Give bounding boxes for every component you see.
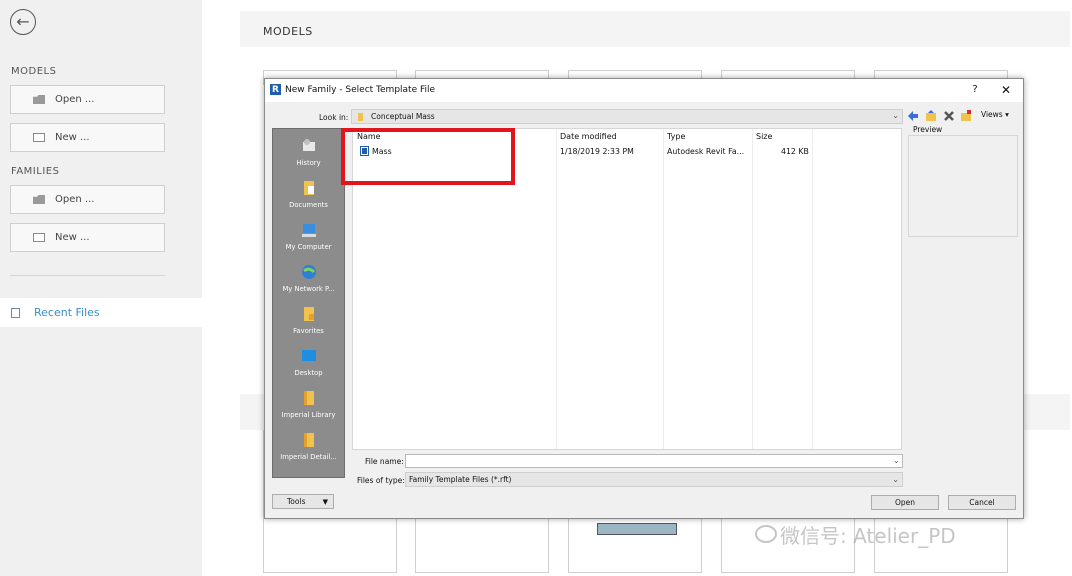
chevron-down-icon[interactable]: ⌄ [893,456,900,465]
watermark-text: 微信号: Atelier_PD [780,524,956,548]
look-in-value: Conceptual Mass [371,112,435,121]
place-network[interactable]: My Network P... [273,259,344,301]
files-of-type-dropdown[interactable]: Family Template Files (*.rft) ⌄ [405,472,903,487]
detail-folder-icon [303,433,314,447]
recent-files-icon [11,307,20,318]
folder-icon [358,112,363,121]
folder-open-icon [33,195,45,204]
models-new-button[interactable]: New ... [10,123,165,152]
views-label: Views [981,110,1003,119]
place-label: My Network P... [282,285,335,293]
families-open-button[interactable]: Open ... [10,185,165,214]
delete-icon[interactable] [943,110,955,122]
place-label: Imperial Library [281,411,336,419]
documents-icon [303,181,314,195]
place-label: Favorites [293,327,324,335]
folder-open-icon [33,95,45,104]
sidebar: ← MODELS Open ... New ... FAMILIES Open … [0,0,202,576]
families-section-label: FAMILIES [11,166,60,177]
recent-files-label: Recent Files [34,306,100,319]
place-label: History [296,159,321,167]
tools-label: Tools [287,497,306,506]
history-icon [302,139,315,151]
tools-button[interactable]: Tools ▼ [272,494,334,509]
recent-files-item[interactable]: Recent Files [0,298,202,327]
models-open-label: Open ... [55,94,95,105]
highlight-box [341,128,515,185]
file-name-label: File name: [365,457,404,466]
look-in-dropdown[interactable]: Conceptual Mass ⌄ [351,109,903,124]
column-separator [812,129,813,449]
place-my-computer[interactable]: My Computer [273,217,344,259]
open-button[interactable]: Open [871,495,939,510]
file-name-input[interactable] [405,454,903,468]
preview-panel [908,135,1018,237]
files-of-type-value: Family Template Files (*.rft) [409,475,512,484]
places-bar: History Documents My Computer My Network… [272,128,345,478]
place-label: My Computer [285,243,332,251]
place-label: Imperial Detail... [280,453,337,461]
place-imperial-library[interactable]: Imperial Library [273,385,344,427]
views-menu-button[interactable]: Views ▾ [981,110,1009,119]
models-header-band [240,11,1070,47]
preview-label: Preview [913,125,943,134]
favorites-folder-icon [303,307,314,321]
chevron-down-icon: ⌄ [892,111,899,120]
column-separator [752,129,753,449]
place-favorites[interactable]: Favorites [273,301,344,343]
families-open-label: Open ... [55,194,95,205]
column-separator [556,129,557,449]
close-button[interactable]: ✕ [998,83,1014,97]
file-size: 412 KB [781,147,809,156]
place-desktop[interactable]: Desktop [273,343,344,385]
family-preview-shape [597,523,677,535]
desktop-icon [301,350,316,361]
network-globe-icon [301,265,316,279]
cancel-button[interactable]: Cancel [948,495,1016,510]
dialog-title: New Family - Select Template File [285,85,436,95]
models-open-button[interactable]: Open ... [10,85,165,114]
place-history[interactable]: History [273,133,344,175]
select-template-dialog: R New Family - Select Template File ? ✕ … [264,78,1024,519]
file-date: 1/18/2019 2:33 PM [560,147,634,156]
column-header-size[interactable]: Size [756,132,772,141]
models-title: MODELS [263,25,313,38]
sidebar-divider [10,275,165,276]
place-label: Desktop [294,369,323,377]
computer-icon [301,224,316,237]
families-new-label: New ... [55,232,90,243]
file-type: Autodesk Revit Fa... [667,147,745,156]
help-button[interactable]: ? [967,84,983,98]
back-arrow-icon[interactable]: ← [10,9,36,35]
library-folder-icon [303,391,314,405]
place-imperial-detail[interactable]: Imperial Detail... [273,427,344,469]
families-new-button[interactable]: New ... [10,223,165,252]
place-documents[interactable]: Documents [273,175,344,217]
chevron-down-icon: ⌄ [892,475,899,484]
new-file-icon [33,233,45,242]
column-header-type[interactable]: Type [667,132,685,141]
dropdown-triangle-icon: ▼ [322,498,328,506]
wechat-icon [755,525,777,543]
place-label: Documents [289,201,328,209]
back-arrow-icon[interactable] [907,110,919,122]
models-new-label: New ... [55,132,90,143]
revit-logo-icon: R [270,84,281,95]
models-section-label: MODELS [11,66,57,77]
column-header-date[interactable]: Date modified [560,132,617,141]
files-of-type-label: Files of type: [357,476,405,485]
dialog-titlebar: R New Family - Select Template File ? ✕ [265,79,1023,102]
look-in-label: Look in: [319,113,349,122]
new-file-icon [33,133,45,142]
column-separator [663,129,664,449]
up-folder-icon[interactable] [925,110,937,122]
new-folder-icon[interactable] [960,110,972,122]
